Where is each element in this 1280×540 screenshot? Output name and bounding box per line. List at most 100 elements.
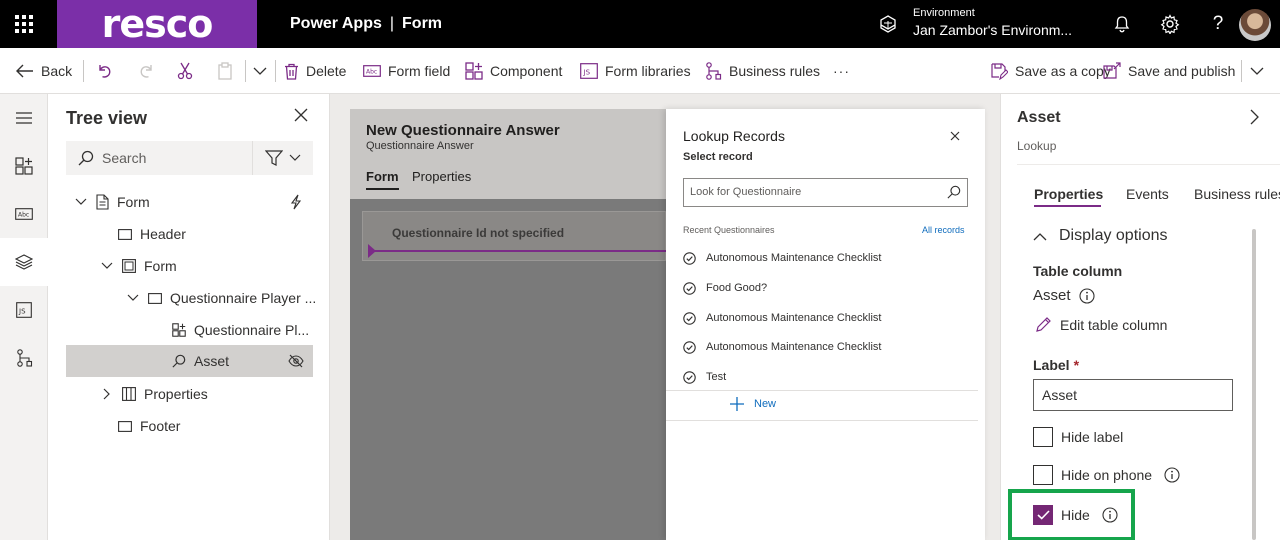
business-rules-button[interactable]: Business rules (705, 48, 820, 94)
tree-node-label: Footer (140, 418, 181, 434)
js-file-icon: JS (16, 302, 32, 318)
chevron-down-icon (100, 262, 114, 270)
lookup-record-label: Autonomous Maintenance Checklist (706, 341, 882, 353)
form-field-button[interactable]: Abc Form field (363, 48, 450, 94)
brand-logo: resco (57, 0, 257, 48)
lookup-record-item[interactable]: Food Good? (683, 278, 767, 298)
environment-label: Environment (913, 7, 975, 19)
component-button[interactable]: Component (465, 48, 562, 94)
table-column-label: Table column (1033, 263, 1123, 279)
environment-name: Jan Zambor's Environm... (913, 22, 1073, 38)
lookup-close-button[interactable] (950, 128, 960, 144)
hide-on-phone-checkbox[interactable]: Hide on phone (1033, 465, 1180, 485)
notifications-button[interactable] (1110, 12, 1134, 36)
display-options-label: Display options (1059, 227, 1168, 244)
lookup-record-item[interactable]: Autonomous Maintenance Checklist (683, 308, 881, 328)
label-input[interactable]: Asset (1033, 379, 1233, 411)
left-rail: Abc JS (0, 94, 48, 540)
section-icon (148, 292, 162, 304)
chevron-down-icon (74, 198, 88, 206)
redo-icon (140, 65, 152, 78)
rail-business-rules-button[interactable] (0, 334, 48, 382)
tree-close-button[interactable] (294, 108, 308, 125)
active-tab-indicator (1034, 205, 1101, 207)
save-copy-button[interactable]: Save as a copy (991, 48, 1111, 94)
table-column-value-row: Asset (1033, 287, 1095, 304)
paste-button[interactable] (217, 48, 233, 94)
panel-collapse-button[interactable] (1250, 109, 1259, 128)
table-column-value: Asset (1033, 287, 1071, 304)
lookup-search-input[interactable]: Look for Questionnaire (683, 178, 968, 207)
tree-node-form[interactable]: Form (100, 250, 177, 282)
tree-filter-button[interactable] (252, 141, 313, 175)
form-tab-form[interactable]: Form (366, 169, 399, 190)
help-button[interactable]: ? (1206, 12, 1230, 36)
tree-node-label: Form (144, 258, 177, 274)
app-launcher-button[interactable] (0, 0, 48, 48)
tab-business-rules[interactable]: Business rules (1194, 186, 1280, 202)
rail-tree-view-button[interactable] (0, 238, 48, 286)
save-publish-button[interactable]: Save and publish (1103, 48, 1235, 94)
lookup-new-button[interactable]: New (730, 397, 776, 411)
tree-view-pane: Tree view Search Form Header Form Questi… (48, 94, 330, 540)
tab-properties[interactable]: Properties (1034, 186, 1103, 202)
back-button[interactable]: Back (16, 48, 72, 94)
tree-node-asset[interactable]: Asset (66, 345, 313, 377)
save-copy-label: Save as a copy (1015, 63, 1111, 79)
tree-search-input[interactable]: Search (66, 141, 252, 175)
tree-node-footer[interactable]: Footer (118, 410, 180, 442)
info-icon[interactable] (1164, 467, 1180, 483)
label-field-label: Label * (1033, 357, 1079, 373)
rail-libraries-button[interactable]: JS (0, 286, 48, 334)
tree-node-form-root[interactable]: Form (74, 186, 314, 218)
hide-label-text: Hide label (1061, 429, 1124, 445)
cut-button[interactable] (177, 48, 193, 94)
form-libraries-button[interactable]: JS Form libraries (580, 48, 691, 94)
rail-menu-button[interactable] (0, 94, 48, 142)
display-options-section[interactable]: Display options (1033, 227, 1168, 245)
svg-text:JS: JS (583, 69, 591, 77)
tree-node-questionnaire-section[interactable]: Questionnaire Player ... (126, 282, 316, 314)
info-icon[interactable] (1078, 287, 1095, 304)
tree-node-properties[interactable]: Properties (100, 378, 208, 410)
delete-button[interactable]: Delete (284, 48, 346, 94)
tree-node-label: Questionnaire Pl... (194, 322, 310, 338)
rail-components-button[interactable] (0, 142, 48, 190)
clipboard-icon (218, 62, 232, 80)
undo-button[interactable] (97, 48, 113, 94)
edit-table-column-button[interactable]: Edit table column (1035, 316, 1167, 333)
checkbox-box[interactable] (1033, 427, 1053, 447)
tree-node-questionnaire-component[interactable]: Questionnaire Pl... (172, 314, 309, 346)
lookup-all-records-link[interactable]: All records (922, 225, 965, 235)
overflow-button[interactable]: ··· (833, 48, 850, 94)
redo-button[interactable] (138, 48, 154, 94)
component-icon (172, 323, 186, 337)
rail-fields-button[interactable]: Abc (0, 190, 48, 238)
environment-picker[interactable]: Environment Jan Zambor's Environm... (878, 6, 1078, 42)
lookup-record-item[interactable]: Autonomous Maintenance Checklist (683, 248, 881, 268)
chevron-down-icon (253, 67, 267, 75)
settings-button[interactable] (1158, 12, 1182, 36)
scissors-icon (177, 62, 193, 80)
user-avatar[interactable] (1239, 9, 1271, 41)
save-options-dropdown[interactable] (1250, 48, 1264, 94)
checkbox-box[interactable] (1033, 465, 1053, 485)
tab-events[interactable]: Events (1126, 186, 1169, 202)
form-tab-properties[interactable]: Properties (412, 169, 471, 184)
flow-icon (706, 62, 722, 80)
lookup-record-item[interactable]: Autonomous Maintenance Checklist (683, 337, 881, 357)
search-icon (947, 185, 961, 199)
tree-node-label: Asset (194, 353, 230, 369)
lookup-record-label: Autonomous Maintenance Checklist (706, 252, 882, 264)
required-mark: * (1073, 357, 1080, 373)
hide-label-checkbox[interactable]: Hide label (1033, 427, 1123, 447)
lookup-record-item[interactable]: Test (683, 367, 726, 387)
form-libraries-label: Form libraries (605, 63, 691, 79)
more-actions-dropdown[interactable] (253, 48, 267, 94)
panel-scrollbar[interactable] (1252, 229, 1256, 540)
publish-icon (1103, 62, 1121, 79)
lookup-title: Lookup Records (683, 128, 785, 144)
toolbar-divider (275, 60, 276, 82)
tree-node-header[interactable]: Header (118, 218, 186, 250)
tab-columns-icon (122, 387, 136, 401)
